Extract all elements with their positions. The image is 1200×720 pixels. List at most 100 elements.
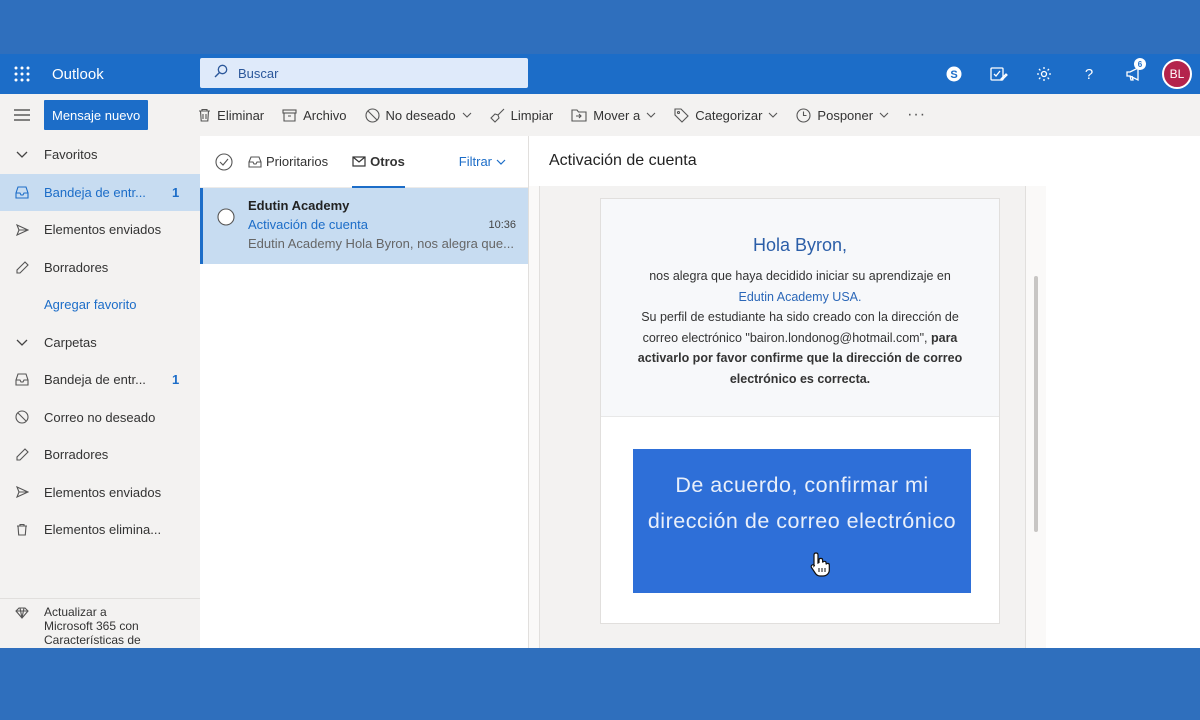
folders-label: Carpetas: [44, 334, 97, 350]
move-button[interactable]: Mover a: [571, 108, 656, 123]
search-icon: [214, 64, 228, 83]
email-line-bold: electrónico es correcta.: [729, 371, 871, 386]
new-message-button[interactable]: Mensaje nuevo: [44, 100, 149, 130]
junk-label: No deseado: [385, 107, 456, 123]
mail-icon: [352, 156, 366, 167]
scrollbar[interactable]: [1034, 276, 1038, 532]
inbox-icon: [15, 373, 29, 386]
sidebar-item-drafts[interactable]: Borradores: [0, 436, 200, 474]
sweep-label: Limpiar: [510, 107, 554, 123]
command-bar: Mensaje nuevo Eliminar Archivo No desead…: [0, 94, 1200, 136]
add-favorite-link[interactable]: Agregar favorito: [0, 286, 200, 324]
block-icon: [364, 107, 380, 123]
sidebar-item-drafts[interactable]: Borradores: [0, 249, 200, 287]
svg-text:S: S: [950, 69, 957, 81]
megaphone-icon[interactable]: 6: [1111, 54, 1156, 94]
gear-icon[interactable]: [1021, 54, 1066, 94]
sidebar-item-label: Elementos elimina...: [44, 522, 162, 538]
avatar[interactable]: BL: [1162, 59, 1192, 89]
diamond-icon: [15, 607, 29, 619]
tab-label: Otros: [370, 154, 405, 169]
app-launcher-icon[interactable]: [0, 54, 44, 94]
sweep-button[interactable]: Limpiar: [489, 107, 554, 123]
pencil-icon: [15, 448, 29, 461]
focused-inbox-icon: [248, 155, 262, 168]
upgrade-text: Actualizar a Microsoft 365 con Caracterí…: [44, 605, 141, 647]
search-input[interactable]: Buscar: [238, 66, 278, 81]
sidebar-item-inbox[interactable]: Bandeja de entr... 1: [0, 173, 200, 211]
inbox-tabs: Prioritarios Otros Filtrar: [200, 136, 528, 188]
skype-icon[interactable]: S: [931, 54, 976, 94]
upgrade-banner[interactable]: Actualizar a Microsoft 365 con Caracterí…: [0, 598, 200, 648]
todo-icon[interactable]: [976, 54, 1021, 94]
favorites-header[interactable]: Favoritos: [0, 136, 200, 174]
sidebar-item-label: Bandeja de entr...: [44, 372, 146, 388]
message-select-radio[interactable]: [203, 198, 248, 264]
pencil-icon: [15, 260, 29, 274]
email-greeting: Hola Byron,: [752, 235, 848, 255]
sidebar-item-label: Elementos enviados: [44, 222, 162, 238]
email-body: Hola Byron, nos alegra que haya decidido…: [539, 186, 1026, 648]
archive-icon: [282, 108, 297, 122]
select-all-checkbox[interactable]: [200, 152, 248, 171]
tab-label: Prioritarios: [266, 154, 329, 169]
chevron-down-icon: [646, 112, 656, 118]
delete-button[interactable]: Eliminar: [198, 108, 264, 123]
top-bar: Outlook Buscar S ? 6 BL: [0, 54, 1200, 94]
empty-area: [1046, 136, 1200, 648]
message-subject: Activación de cuenta: [248, 217, 368, 232]
email-line: nos alegra que haya decidido iniciar su …: [649, 269, 951, 283]
hand-cursor-icon: [809, 551, 831, 582]
tab-other[interactable]: Otros: [352, 136, 405, 188]
email-line: Su perfil de estudiante ha sido creado c…: [641, 310, 959, 324]
sidebar-item-label: Borradores: [44, 447, 109, 463]
sidebar-item-deleted[interactable]: Elementos elimina...: [0, 511, 200, 549]
sidebar-item-label: Elementos enviados: [44, 484, 162, 500]
sidebar-item-sent[interactable]: Elementos enviados: [0, 474, 200, 512]
tab-focused[interactable]: Prioritarios: [248, 136, 328, 188]
folders-header[interactable]: Carpetas: [0, 324, 200, 362]
confirm-email-button[interactable]: De acuerdo, confirmar mi dirección de co…: [633, 449, 971, 593]
hamburger-menu-icon[interactable]: [0, 94, 44, 136]
categorize-label: Categorizar: [695, 107, 763, 123]
sidebar-item-label: Bandeja de entr...: [44, 184, 146, 200]
email-line: correo electrónico "bairon.londonog@hotm…: [642, 330, 928, 345]
sidebar-item-inbox[interactable]: Bandeja de entr... 1: [0, 361, 200, 399]
email-line-bold: activarlo por favor confirme que la dire…: [637, 351, 963, 365]
archive-button[interactable]: Archivo: [282, 107, 347, 123]
sidebar-item-junk[interactable]: Correo no deseado: [0, 399, 200, 437]
search-box[interactable]: Buscar: [200, 58, 528, 88]
email-card: Hola Byron, nos alegra que haya decidido…: [600, 198, 1000, 624]
archive-label: Archivo: [303, 107, 347, 123]
sidebar-item-sent[interactable]: Elementos enviados: [0, 211, 200, 249]
more-options-button[interactable]: ···: [907, 106, 926, 124]
app-title[interactable]: Outlook: [52, 66, 200, 83]
tag-icon: [674, 107, 689, 123]
chevron-down-icon: [769, 112, 778, 118]
unread-count: 1: [172, 184, 180, 200]
help-icon[interactable]: ?: [1066, 54, 1111, 94]
trash-icon: [199, 108, 211, 122]
trash-icon: [17, 524, 27, 536]
message-list: Prioritarios Otros Filtrar Edutin Academ…: [200, 136, 529, 648]
block-icon: [15, 410, 29, 424]
categorize-button[interactable]: Categorizar: [674, 108, 778, 123]
snooze-label: Posponer: [817, 107, 874, 123]
outlook-window: Outlook Buscar S ? 6 BL Mensaje nuevo El…: [0, 54, 1200, 648]
sidebar-item-label: Borradores: [44, 259, 109, 275]
radio-icon: [216, 208, 235, 226]
message-sender: Edutin Academy: [248, 198, 350, 213]
send-icon: [15, 223, 29, 236]
chevron-down-icon: [879, 112, 889, 118]
chevron-down-icon: [16, 339, 28, 346]
filter-button[interactable]: Filtrar: [459, 154, 506, 169]
add-favorite-label: Agregar favorito: [44, 297, 137, 313]
sidebar-item-label: Correo no deseado: [44, 409, 156, 425]
chevron-down-icon: [496, 159, 506, 165]
message-time: 10:36: [488, 219, 516, 231]
org-link[interactable]: Edutin Academy USA.: [601, 287, 999, 308]
junk-button[interactable]: No deseado: [364, 107, 472, 123]
folder-move-icon: [571, 108, 587, 122]
snooze-button[interactable]: Posponer: [796, 108, 889, 123]
list-item[interactable]: Edutin Academy Activación de cuenta 10:3…: [200, 188, 528, 264]
